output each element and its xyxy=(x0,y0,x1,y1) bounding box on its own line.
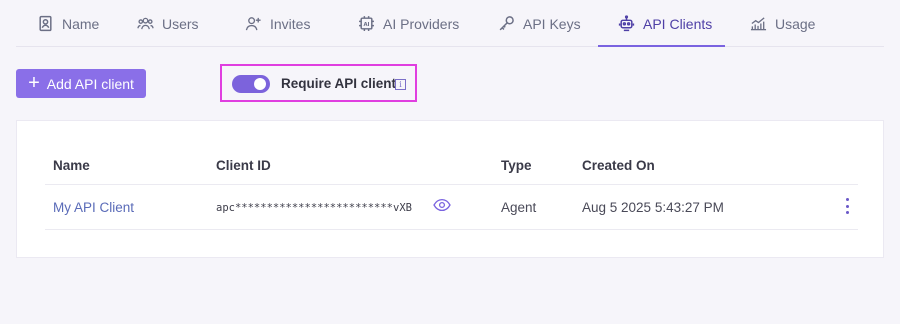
active-tab-indicator xyxy=(598,45,725,47)
key-icon xyxy=(499,16,514,31)
tab-api-keys[interactable]: API Keys xyxy=(498,0,581,47)
tab-label: API Keys xyxy=(523,15,581,32)
client-type: Agent xyxy=(501,200,537,215)
tab-label: API Clients xyxy=(643,15,713,32)
tab-usage[interactable]: Usage xyxy=(750,0,815,47)
header-divider xyxy=(45,184,858,185)
column-header-name: Name xyxy=(53,158,90,173)
tab-label: AI Providers xyxy=(383,15,460,32)
client-name-link[interactable]: My API Client xyxy=(53,200,134,215)
tab-label: Usage xyxy=(775,15,816,32)
id-badge-icon xyxy=(39,15,52,32)
api-clients-table: Name Client ID Type Created On My API Cl… xyxy=(16,120,884,258)
client-created-on: Aug 5 2025 5:43:27 PM xyxy=(582,200,724,215)
plus-icon: + xyxy=(28,71,40,94)
users-icon xyxy=(137,17,154,30)
ai-chip-icon: AI xyxy=(359,16,374,31)
info-icon[interactable]: i xyxy=(395,79,406,90)
eye-icon[interactable] xyxy=(433,198,451,212)
column-header-type: Type xyxy=(501,158,532,173)
tab-label: Name xyxy=(62,15,100,32)
svg-text:AI: AI xyxy=(363,22,369,28)
row-divider xyxy=(45,229,858,230)
require-api-client-toggle[interactable] xyxy=(232,75,270,93)
tab-label: Users xyxy=(162,15,199,32)
settings-tabs: Name Users Invites AI AI Providers API K… xyxy=(16,0,884,47)
robot-icon xyxy=(618,15,635,32)
chart-icon xyxy=(750,17,767,31)
require-api-client-label: Require API client xyxy=(281,76,397,91)
column-header-client-id: Client ID xyxy=(216,158,271,173)
tab-ai-providers[interactable]: AI AI Providers xyxy=(358,0,459,47)
require-api-client-setting: Require API client i xyxy=(220,64,417,102)
column-header-created-on: Created On xyxy=(582,158,655,173)
add-api-client-label: Add API client xyxy=(46,75,134,92)
client-id-value: apc*************************vXB xyxy=(216,202,412,214)
add-api-client-button[interactable]: + Add API client xyxy=(16,69,146,98)
tab-label: Invites xyxy=(270,15,311,32)
tab-invites[interactable]: Invites xyxy=(245,0,310,47)
more-options-icon[interactable] xyxy=(843,198,851,214)
tab-api-clients[interactable]: API Clients xyxy=(618,0,712,47)
tab-users[interactable]: Users xyxy=(137,0,199,47)
toggle-knob xyxy=(254,78,266,90)
tab-name[interactable]: Name xyxy=(37,0,99,47)
user-plus-icon xyxy=(245,17,261,31)
